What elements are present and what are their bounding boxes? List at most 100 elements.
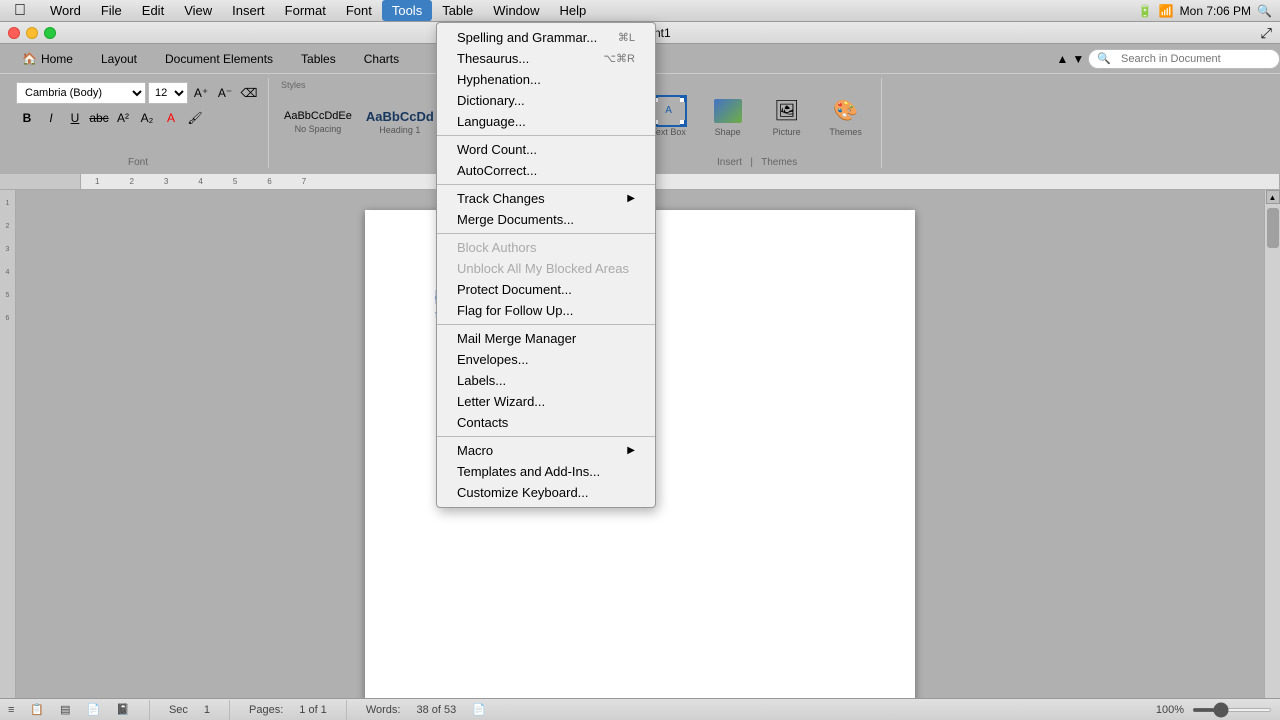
- labels-label: Labels...: [457, 373, 506, 388]
- menubar-right: 🔋 📶 Mon 7:06 PM 🔍: [1138, 4, 1280, 18]
- menu-thesaurus[interactable]: Thesaurus... ⌥⌘R: [437, 48, 655, 69]
- menu-letter-wizard[interactable]: Letter Wizard...: [437, 391, 655, 412]
- spelling-grammar-label: Spelling and Grammar...: [457, 30, 597, 45]
- apple-menu[interactable]: : [0, 2, 40, 20]
- menu-word-count[interactable]: Word Count...: [437, 139, 655, 160]
- dictionary-label: Dictionary...: [457, 93, 525, 108]
- customize-keyboard-label: Customize Keyboard...: [457, 485, 589, 500]
- menubar-insert[interactable]: Insert: [222, 0, 275, 21]
- view-mode-layout[interactable]: ▤: [60, 703, 70, 716]
- insert-picture[interactable]: 🖼 Picture: [759, 91, 814, 141]
- menu-mail-merge-manager[interactable]: Mail Merge Manager: [437, 328, 655, 349]
- autocorrect-label: AutoCorrect...: [457, 163, 537, 178]
- view-mode-normal[interactable]: ≡: [8, 704, 14, 716]
- view-mode-draft[interactable]: 📄: [87, 703, 101, 716]
- bold-button[interactable]: B: [16, 107, 38, 129]
- font-row2: B I U abc A² A₂ A 🖌: [16, 107, 206, 129]
- menubar-file[interactable]: File: [91, 0, 132, 21]
- scroll-down-icon[interactable]: ▼: [1072, 52, 1084, 66]
- underline-button[interactable]: U: [64, 107, 86, 129]
- menu-language[interactable]: Language...: [437, 111, 655, 132]
- menu-hyphenation[interactable]: Hyphenation...: [437, 69, 655, 90]
- scroll-up-icon[interactable]: ▲: [1057, 52, 1069, 66]
- menu-dictionary[interactable]: Dictionary...: [437, 90, 655, 111]
- menubar-edit[interactable]: Edit: [132, 0, 174, 21]
- style-no-spacing[interactable]: AaBbCcDdEe No Spacing: [277, 108, 359, 137]
- menu-macro[interactable]: Macro ▶: [437, 440, 655, 461]
- highlight-btn[interactable]: 🖌: [184, 107, 206, 129]
- menubar-view[interactable]: View: [174, 0, 222, 21]
- scroll-thumb[interactable]: [1267, 208, 1279, 248]
- status-sep2: [229, 700, 230, 720]
- menu-contacts[interactable]: Contacts: [437, 412, 655, 433]
- menu-spelling-grammar[interactable]: Spelling and Grammar... ⌘L: [437, 27, 655, 48]
- shape-preview: [710, 95, 746, 127]
- superscript-button[interactable]: A²: [112, 107, 134, 129]
- menu-labels[interactable]: Labels...: [437, 370, 655, 391]
- strikethrough-button[interactable]: abc: [88, 107, 110, 129]
- tab-layout[interactable]: Layout: [87, 44, 151, 73]
- view-mode-nb[interactable]: 📓: [116, 703, 130, 716]
- menubar-font[interactable]: Font: [336, 0, 382, 21]
- menubar-format[interactable]: Format: [275, 0, 336, 21]
- zoom-level: 100%: [1156, 704, 1184, 716]
- word-count-label: Word Count...: [457, 142, 537, 157]
- menu-autocorrect[interactable]: AutoCorrect...: [437, 160, 655, 181]
- menubar-window[interactable]: Window: [483, 0, 549, 21]
- font-family-select[interactable]: Cambria (Body): [16, 82, 146, 104]
- font-group: Cambria (Body) 12 A⁺ A⁻ ⌫ B I U abc: [8, 78, 269, 168]
- tab-document-elements[interactable]: Document Elements: [151, 44, 287, 73]
- tab-home[interactable]: 🏠 Home: [8, 44, 87, 73]
- words-label: Words:: [366, 704, 401, 716]
- words-value: 38 of 53: [416, 704, 456, 716]
- scrollbar-vertical[interactable]: ▲: [1264, 190, 1280, 698]
- tab-tables[interactable]: Tables: [287, 44, 350, 73]
- protect-document-label: Protect Document...: [457, 282, 572, 297]
- envelopes-label: Envelopes...: [457, 352, 529, 367]
- font-grow-btn[interactable]: A⁺: [190, 82, 212, 104]
- menu-customize-keyboard[interactable]: Customize Keyboard...: [437, 482, 655, 503]
- scroll-up-btn[interactable]: ▲: [1266, 190, 1280, 204]
- insert-shape[interactable]: Shape: [700, 91, 755, 141]
- expand-icon[interactable]: ⤢: [1261, 24, 1272, 41]
- italic-button[interactable]: I: [40, 107, 62, 129]
- menu-templates-addins[interactable]: Templates and Add-Ins...: [437, 461, 655, 482]
- menubar-word[interactable]: Word: [40, 0, 91, 21]
- menu-protect-document[interactable]: Protect Document...: [437, 279, 655, 300]
- view-mode-outline[interactable]: 📋: [30, 703, 44, 716]
- subscript-button[interactable]: A₂: [136, 107, 158, 129]
- themes-preview: 🎨: [828, 95, 864, 127]
- hyphenation-label: Hyphenation...: [457, 72, 541, 87]
- status-sep1: [149, 700, 150, 720]
- insert-group: A Text Box Shape 🖼 Picture: [633, 78, 882, 168]
- clear-format-btn[interactable]: ⌫: [238, 82, 260, 104]
- block-authors-label: Block Authors: [457, 240, 537, 255]
- insert-themes[interactable]: 🎨 Themes: [818, 91, 873, 141]
- menu-merge-documents[interactable]: Merge Documents...: [437, 209, 655, 230]
- minimize-button[interactable]: [26, 27, 38, 39]
- insert-group-label: Insert | Themes: [641, 153, 873, 168]
- menubar-table[interactable]: Table: [432, 0, 483, 21]
- statusbar: ≡ 📋 ▤ 📄 📓 Sec 1 Pages: 1 of 1 Words: 38 …: [0, 698, 1280, 720]
- menu-track-changes[interactable]: Track Changes ▶: [437, 188, 655, 209]
- search-document-input[interactable]: [1111, 48, 1271, 70]
- zoom-slider[interactable]: [1192, 708, 1272, 712]
- font-size-select[interactable]: 12: [148, 82, 188, 104]
- font-shrink-btn[interactable]: A⁻: [214, 82, 236, 104]
- letter-wizard-label: Letter Wizard...: [457, 394, 545, 409]
- menubar-help[interactable]: Help: [550, 0, 597, 21]
- menu-block-authors: Block Authors: [437, 237, 655, 258]
- menu-flag-follow-up[interactable]: Flag for Follow Up...: [437, 300, 655, 321]
- spelling-shortcut: ⌘L: [618, 31, 635, 44]
- maximize-button[interactable]: [44, 27, 56, 39]
- wifi-icon: 📶: [1159, 4, 1174, 18]
- style-heading1[interactable]: AaBbCcDd Heading 1: [359, 107, 441, 138]
- ruler-vertical: 123456: [0, 190, 16, 698]
- menu-envelopes[interactable]: Envelopes...: [437, 349, 655, 370]
- search-icon[interactable]: 🔍: [1257, 4, 1272, 18]
- tab-charts[interactable]: Charts: [350, 44, 413, 73]
- font-color-btn[interactable]: A: [160, 107, 182, 129]
- contacts-label: Contacts: [457, 415, 508, 430]
- menubar-tools[interactable]: Tools: [382, 0, 432, 21]
- close-button[interactable]: [8, 27, 20, 39]
